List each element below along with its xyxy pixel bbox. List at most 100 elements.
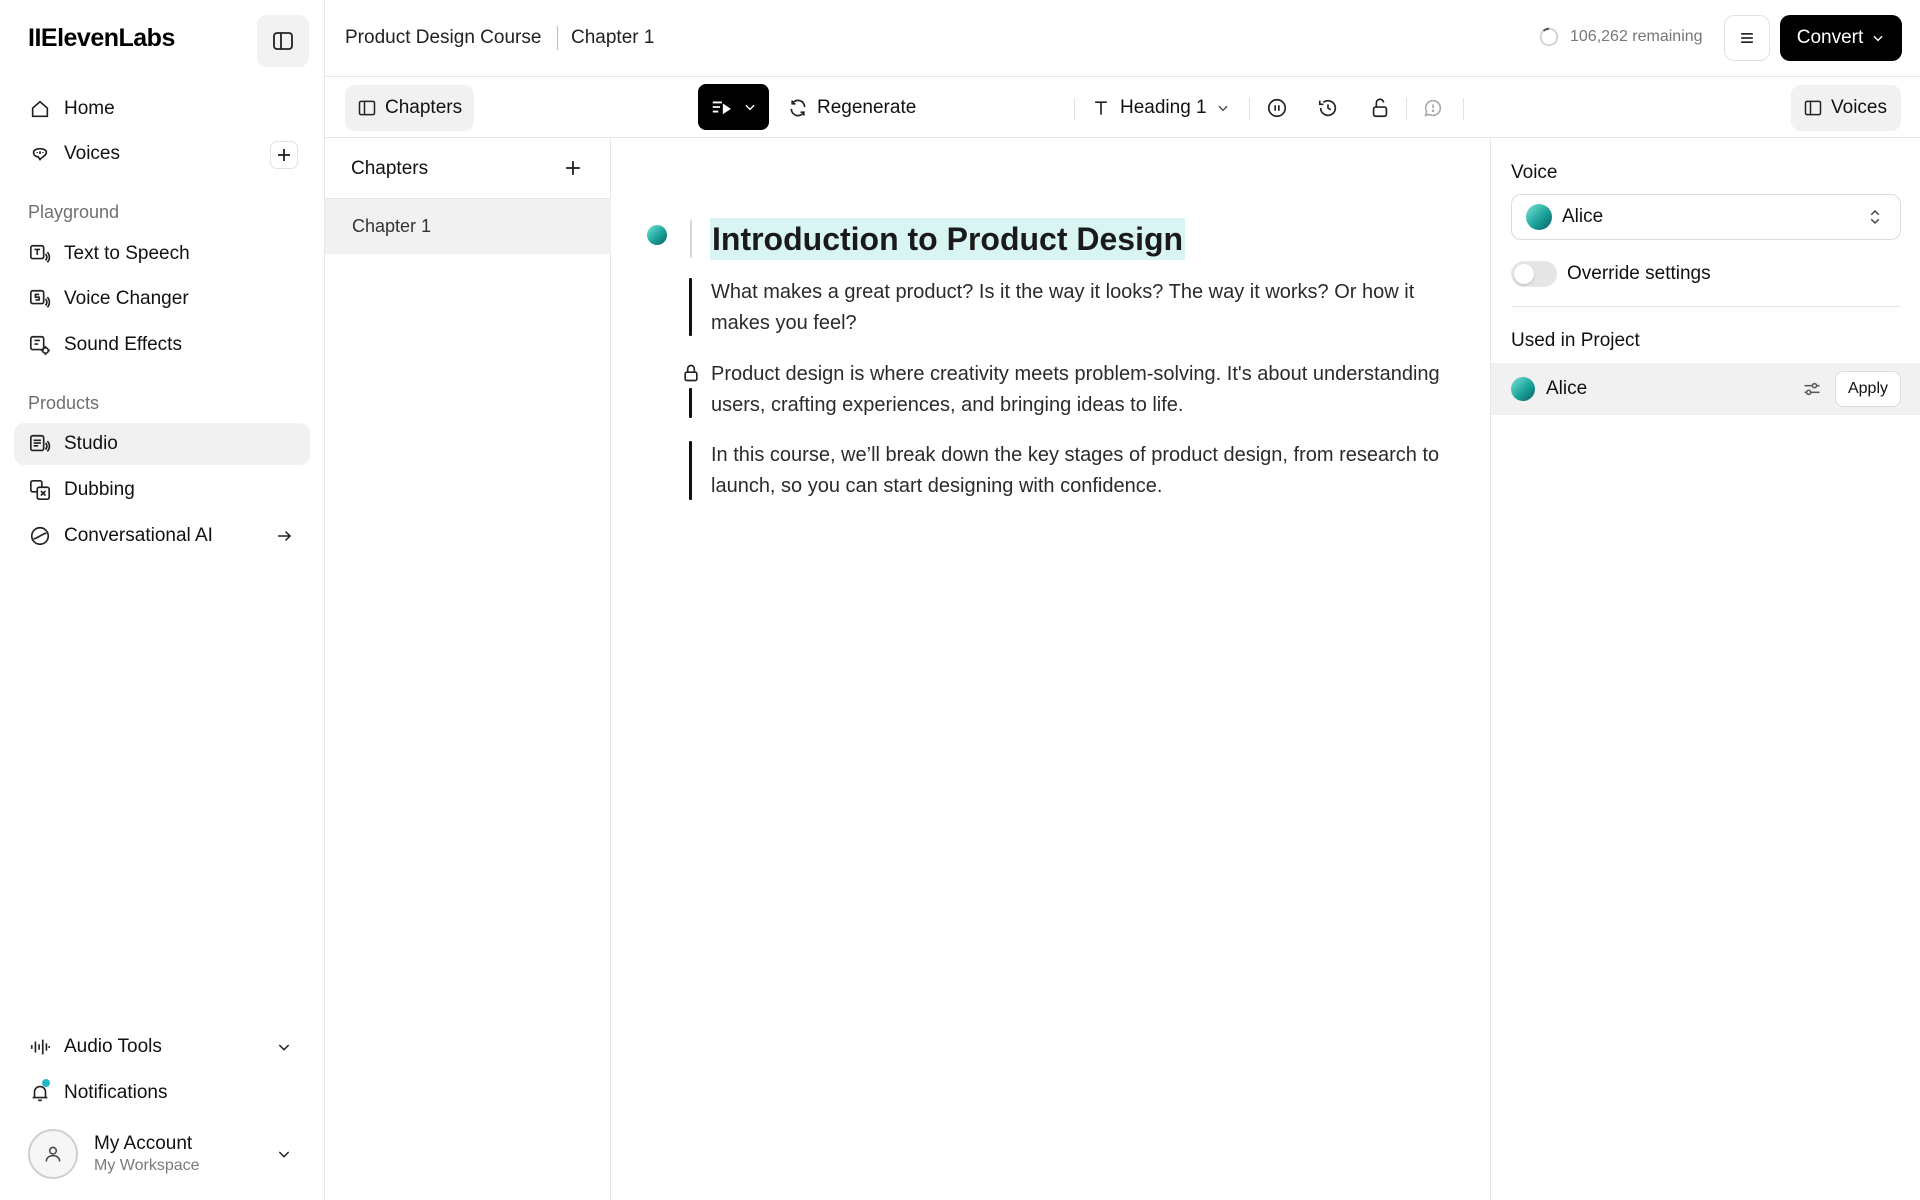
logo[interactable]: IIElevenLabs [28,24,175,53]
used-voice-row[interactable]: Alice Apply [1491,363,1920,415]
sidebar-item-conversational-ai[interactable]: Conversational AI [14,515,310,557]
account-menu[interactable]: My Account My Workspace [14,1122,310,1186]
comment-icon[interactable] [1421,96,1445,120]
text-type-icon [1095,101,1107,115]
sidebar-toggle-icon [273,32,293,50]
chevron-down-icon [1218,105,1228,112]
voices-toggle-button[interactable]: Voices [1791,85,1901,131]
sidebar-item-label: Studio [64,433,118,454]
chapters-panel: Chapters Chapter 1 [325,138,611,1200]
block-marker [690,220,692,258]
voices-tab-label: Voices [1831,97,1887,118]
arrow-right-icon[interactable] [272,524,296,548]
chapters-tab-label: Chapters [385,97,463,118]
sidebar-item-label: Sound Effects [64,334,182,355]
chevron-down-icon [1873,35,1883,42]
chapters-toggle-button[interactable]: Chapters [345,85,474,131]
block-marker [689,278,692,336]
progress-ring-icon [1539,27,1559,47]
remaining-text: 106,262 remaining [1570,28,1703,45]
chapter-label: Chapter 1 [352,216,432,236]
chapters-title: Chapters [351,158,429,179]
chapter-item[interactable]: Chapter 1 [325,199,611,254]
sidebar-item-dubbing[interactable]: Dubbing [14,469,310,511]
apply-button[interactable]: Apply [1835,371,1901,407]
sound-effects-icon [28,333,52,357]
voice-avatar-icon[interactable] [647,225,667,245]
paragraph[interactable]: What makes a great product? Is it the wa… [711,277,1471,339]
sidebar-item-label: Conversational AI [64,525,213,546]
used-in-project-title: Used in Project [1511,330,1640,351]
topbar: Product Design Course Chapter 1 106,262 … [325,0,1920,77]
user-icon [45,1146,61,1162]
toolbar-divider [1249,98,1250,120]
editor-toolbar: Chapters Regenerate Heading 1 Voices [325,77,1920,138]
sidebar-item-label: Voices [64,143,120,164]
voice-changer-icon [28,287,52,311]
studio-icon [28,432,52,456]
sidebar-item-label: Voice Changer [64,288,189,309]
sidebar-item-sound-effects[interactable]: Sound Effects [14,324,310,366]
account-name: My Account [94,1133,193,1154]
chapter-heading[interactable]: Introduction to Product Design [710,218,1186,260]
history-icon[interactable] [1316,96,1340,120]
section-products: Products [28,393,100,413]
sidebar: IIElevenLabs Home Voices Playground Text… [0,0,325,1200]
add-chapter-button[interactable] [561,156,585,180]
section-playground: Playground [28,202,120,222]
workspace-name: My Workspace [94,1157,200,1174]
regenerate-button[interactable]: Regenerate [788,85,916,131]
home-icon [28,97,52,121]
chevron-down-icon[interactable] [272,1142,296,1166]
text-to-speech-icon [28,242,52,266]
sidebar-item-voice-changer[interactable]: Voice Changer [14,278,310,320]
play-split-button[interactable] [698,84,769,130]
sidebar-item-label: Home [64,98,115,119]
text-editor[interactable]: Introduction to Product Design What make… [611,138,1490,1200]
sidebar-item-label: Dubbing [64,479,135,500]
voice-select[interactable]: Alice [1511,194,1901,240]
voice-settings-panel: Voice Alice Override settings Used in Pr… [1490,138,1920,1200]
unlock-icon[interactable] [1368,96,1392,120]
sidebar-item-audio-tools[interactable]: Audio Tools [14,1026,310,1068]
breadcrumb-separator [557,26,558,50]
breadcrumb-chapter[interactable]: Chapter 1 [571,27,654,49]
voice-avatar-icon [1511,377,1535,401]
add-voice-button[interactable] [270,141,298,169]
paragraph[interactable]: In this course, we’ll break down the key… [711,440,1471,502]
sidebar-item-label: Text to Speech [64,243,190,264]
panel-left-icon [358,100,376,116]
sidebar-item-voices[interactable]: Voices [14,133,310,175]
chevron-down-icon[interactable] [272,1035,296,1059]
voice-title: Voice [1511,162,1558,183]
credits-remaining: 106,262 remaining [1538,26,1703,48]
pause-icon[interactable] [1265,96,1289,120]
sidebar-item-text-to-speech[interactable]: Text to Speech [14,233,310,275]
toolbar-divider [1406,98,1407,120]
chapters-header: Chapters [325,138,611,199]
collapse-sidebar-button[interactable] [257,15,309,67]
block-marker [689,441,692,500]
voice-avatar-icon [1526,204,1552,230]
conversational-ai-icon [28,524,52,548]
toolbar-divider [1463,98,1464,120]
text-style-dropdown[interactable]: Heading 1 [1091,85,1230,131]
breadcrumb-project[interactable]: Product Design Course [345,27,541,49]
sidebar-item-notifications[interactable]: Notifications [14,1072,310,1114]
play-paragraph-icon[interactable] [710,96,732,118]
regenerate-label: Regenerate [817,97,917,118]
convert-button[interactable]: Convert [1780,15,1902,61]
sidebar-item-studio[interactable]: Studio [14,423,310,465]
menu-button[interactable] [1724,15,1770,61]
sidebar-item-label: Audio Tools [64,1036,162,1057]
toolbar-divider [1074,98,1075,120]
paragraph[interactable]: Product design is where creativity meets… [711,359,1471,421]
sidebar-item-home[interactable]: Home [14,88,310,130]
lock-icon[interactable] [681,363,701,383]
chevron-down-icon[interactable] [743,100,757,114]
sidebar-item-label: Notifications [64,1082,168,1103]
override-settings-toggle[interactable] [1511,261,1557,287]
used-voice-name: Alice [1546,378,1588,399]
selected-voice: Alice [1562,206,1604,227]
sliders-icon[interactable] [1800,377,1824,401]
